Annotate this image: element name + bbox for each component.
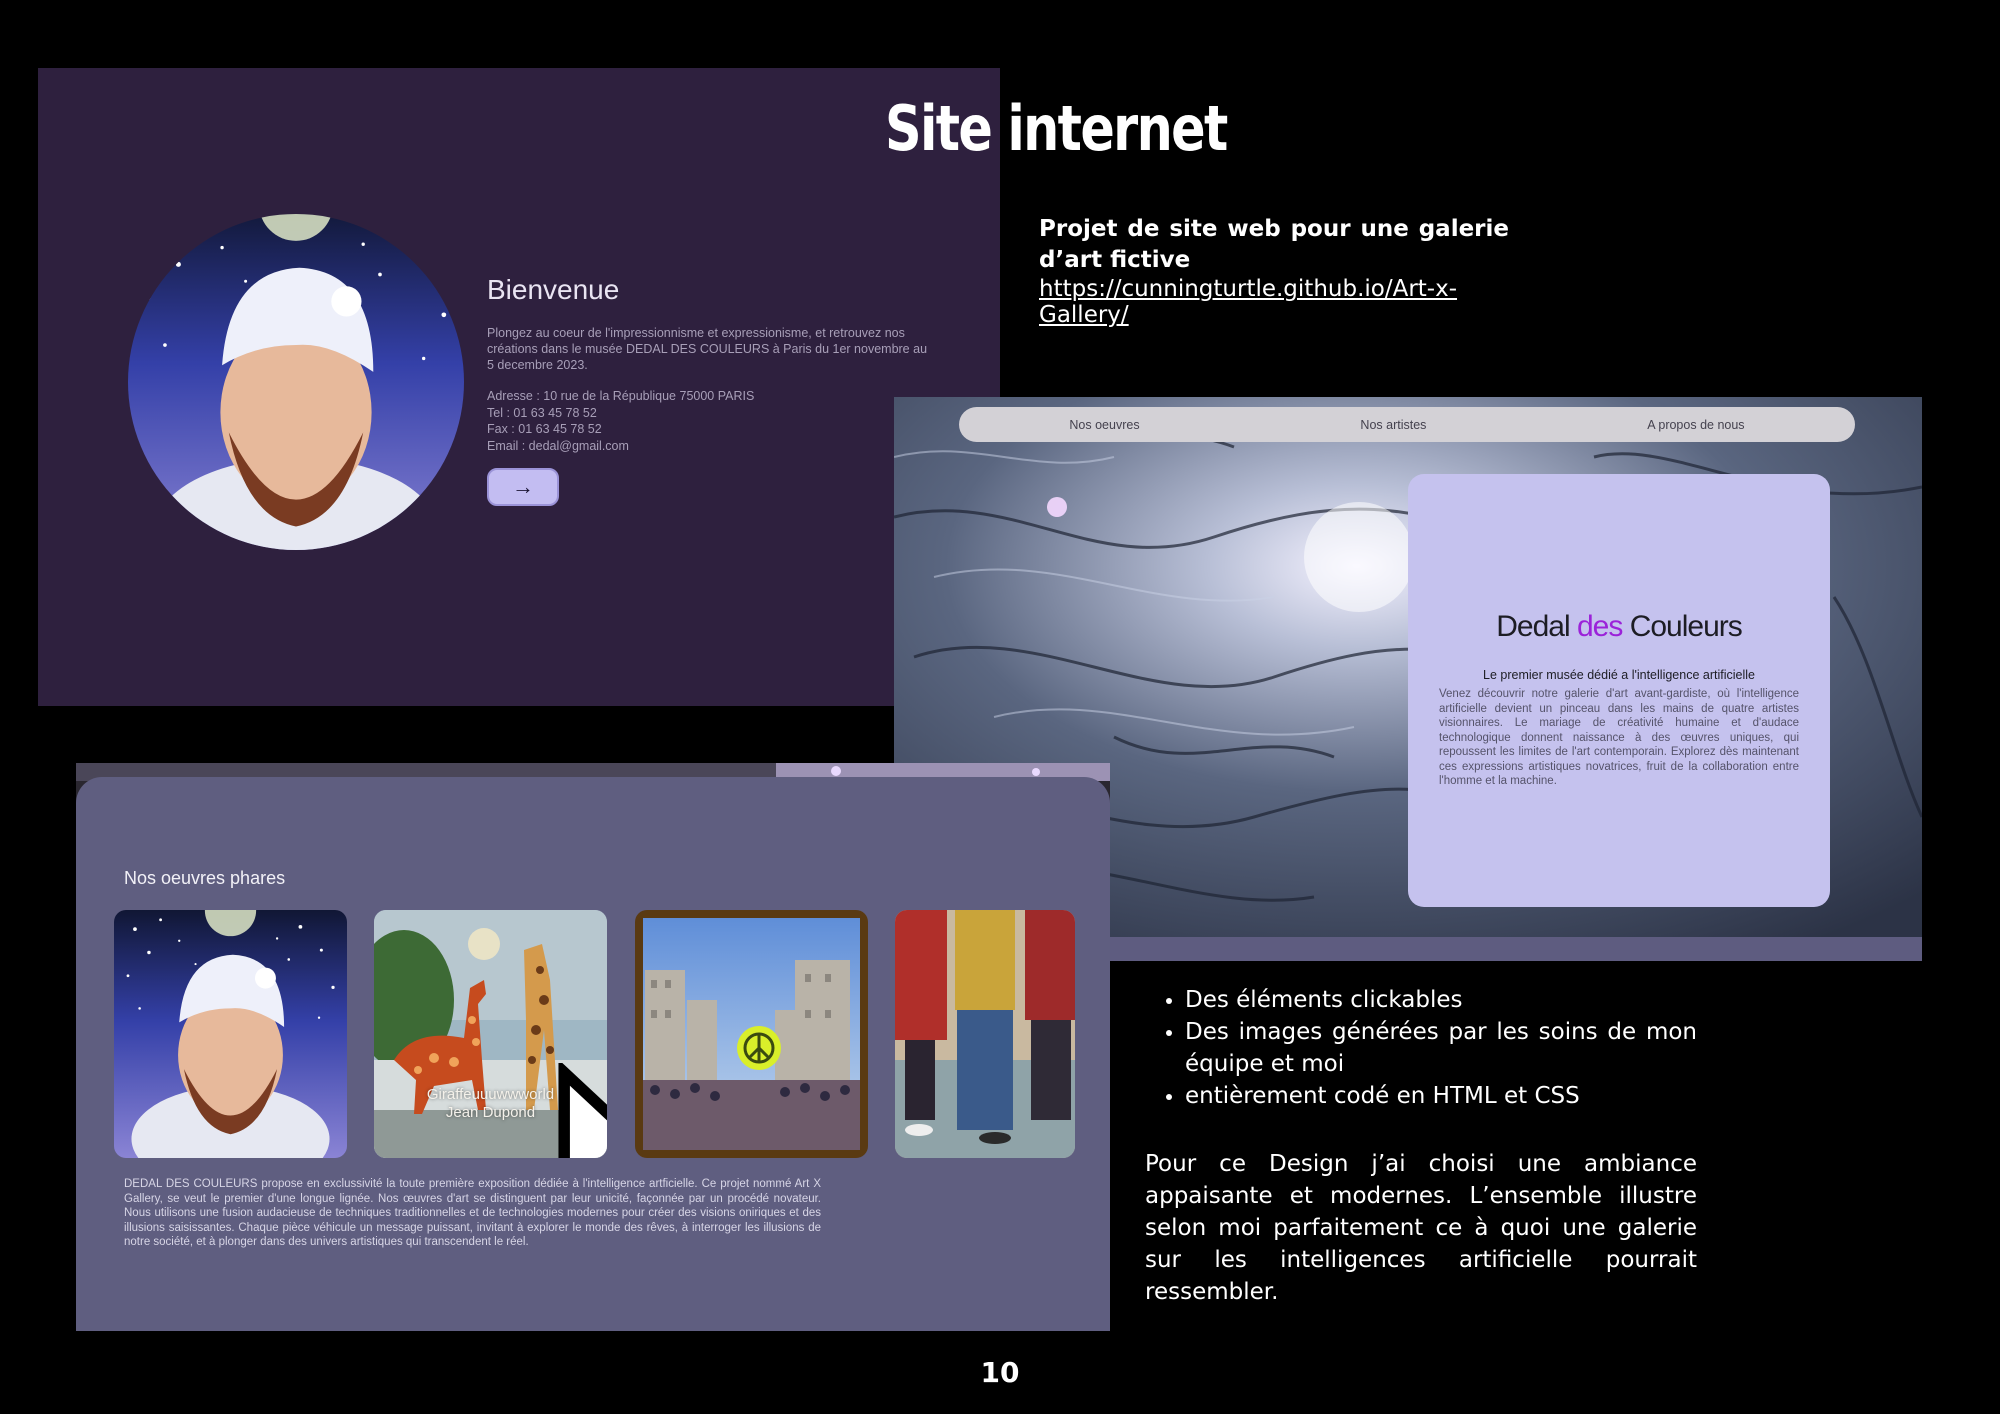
portrait-artwork[interactable]: [114, 910, 347, 1158]
brand-part-2: des: [1576, 610, 1623, 643]
design-paragraph: Pour ce Design j’ai choisi une ambiance …: [1145, 1151, 1697, 1305]
giraffe-artwork[interactable]: Giraffeuuuwwworld Jean Dupond: [374, 910, 607, 1158]
gallery-title: Nos oeuvres phares: [124, 868, 286, 888]
nav-item-artistes[interactable]: Nos artistes: [1360, 418, 1426, 432]
people-artwork[interactable]: [895, 910, 1075, 1158]
feature-item: Des images générées par les soins de mon…: [1185, 1016, 1697, 1080]
nav-bar: Nos oeuvres Nos artistes A propos de nou…: [959, 407, 1855, 442]
portrait-image: [128, 214, 464, 550]
features-list: Des éléments clickables Des images génér…: [1145, 984, 1697, 1112]
welcome-title: Bienvenue: [487, 274, 620, 305]
gallery-panel: Nos oeuvres phares Giraffeuuuwwworld Jea…: [76, 777, 1110, 1331]
feature-item: entièrement codé en HTML et CSS: [1185, 1080, 1697, 1112]
intro-heading: Projet de site web pour une galerie d’ar…: [1039, 216, 1509, 273]
welcome-description: Plongez au coeur de l'impressionnisme et…: [487, 326, 928, 372]
feature-item: Des éléments clickables: [1185, 984, 1697, 1016]
gallery-screenshot: Nos oeuvres phares Giraffeuuuwwworld Jea…: [76, 763, 1110, 1331]
slide-title: Site internet: [885, 92, 1228, 165]
next-button[interactable]: →: [487, 468, 559, 506]
contact-info: Adresse : 10 rue de la République 75000 …: [487, 388, 927, 454]
brand-title: Dedal des Couleurs: [1408, 610, 1830, 644]
welcome-screenshot: Bienvenue Plongez au coeur de l'impressi…: [38, 68, 1000, 706]
address-text: Adresse : 10 rue de la République 75000 …: [487, 389, 755, 403]
fax-text: Fax : 01 63 45 78 52: [487, 422, 602, 436]
page-number: 10: [980, 1356, 1020, 1389]
arrow-right-icon: →: [512, 474, 534, 499]
project-link[interactable]: https://cunningturtle.github.io/Art-x-Ga…: [1039, 276, 1509, 328]
mouse-cursor-icon: [558, 1063, 607, 1158]
gallery-description: DEDAL DES COULEURS propose en exclussivi…: [124, 1178, 821, 1248]
email-text: Email : dedal@gmail.com: [487, 438, 629, 453]
brand-part-1: Dedal: [1496, 610, 1570, 643]
tel-text: Tel : 01 63 45 78 52: [487, 405, 597, 420]
intro-block: Projet de site web pour une galerie d’ar…: [1039, 214, 1509, 328]
brand-part-3: Couleurs: [1629, 610, 1743, 643]
hero-subtitle: Le premier musée dédié a l'intelligence …: [1483, 668, 1755, 682]
hero-text: Venez découvrir notre galerie d'art avan…: [1439, 688, 1799, 787]
nav-item-oeuvres[interactable]: Nos oeuvres: [1069, 418, 1139, 432]
city-crowd-artwork[interactable]: [635, 910, 868, 1158]
hero-card: Dedal des Couleurs Le premier musée dédi…: [1408, 474, 1830, 907]
nav-item-a-propos[interactable]: A propos de nous: [1647, 418, 1744, 432]
